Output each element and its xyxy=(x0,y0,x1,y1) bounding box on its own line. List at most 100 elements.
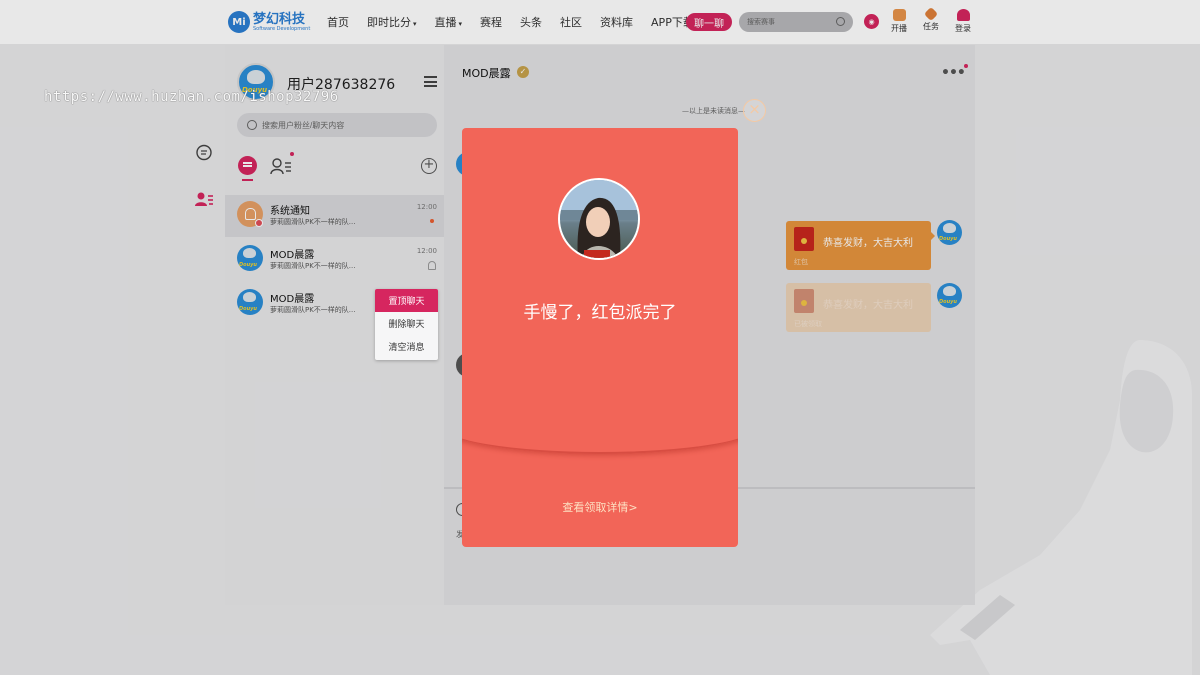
unread-dot xyxy=(430,219,434,223)
red-envelope-icon xyxy=(794,227,814,251)
camera-icon xyxy=(892,9,906,21)
broadcast-label: 开播 xyxy=(891,24,907,33)
top-nav-bar: Mi 梦幻科技 Software Development 首页 即时比分 ▾ 直播 ▾ 赛… xyxy=(0,0,1200,44)
contacts-rail-icon[interactable] xyxy=(195,190,213,208)
nav-item-label: 资料库 xyxy=(600,16,634,29)
conversation-preview: 萝莉圆滑队PK不一样的队... xyxy=(270,218,356,226)
nav-menu: 首页 即时比分 ▾ 直播 ▾ 赛程 头条 社区 资料库 APP下载 xyxy=(318,0,703,44)
delete-chat-menu-item[interactable]: 删除聊天 xyxy=(375,312,438,335)
conversation-preview: 萝莉圆滑队PK不一样的队... xyxy=(270,306,356,314)
nav-item[interactable]: 资料库 xyxy=(600,14,633,30)
nav-item-label: 即时比分 xyxy=(367,16,411,29)
add-icon[interactable]: + xyxy=(421,158,437,174)
more-options-icon[interactable]: ••• xyxy=(941,65,966,81)
conversation-name: 系统通知 xyxy=(270,206,310,217)
muted-bell-icon xyxy=(428,261,436,270)
red-packet-message[interactable]: 恭喜发财，大吉大利 红包 xyxy=(786,221,931,270)
chat-header: MOD晨露 ✓ ••• xyxy=(444,45,975,101)
conversation-item[interactable]: 系统通知 萝莉圆滑队PK不一样的队... 12:00 xyxy=(225,195,444,237)
conversation-time: 12:00 xyxy=(416,203,437,211)
conversation-avatar: Douyu xyxy=(237,289,263,315)
red-packet-text: 恭喜发财，大吉大利 xyxy=(823,238,913,249)
close-icon[interactable]: × xyxy=(743,99,766,122)
notification-dot xyxy=(964,64,968,68)
douyu-face xyxy=(247,70,265,84)
red-packet-footer: 红包 xyxy=(794,258,808,266)
login-label: 登录 xyxy=(955,24,971,33)
hamburger-menu-icon[interactable] xyxy=(424,76,437,87)
chevron-down-icon: ▾ xyxy=(413,20,417,28)
conversation-name: MOD晨露 xyxy=(270,250,315,261)
conversation-context-menu: 置顶聊天 删除聊天 清空消息 xyxy=(375,289,438,360)
douyu-face xyxy=(243,292,256,302)
logo-badge: Mi xyxy=(228,11,250,33)
tab-contacts-icon[interactable] xyxy=(270,157,292,175)
search-icon xyxy=(247,120,257,130)
sender-photo xyxy=(558,178,640,260)
douyu-face xyxy=(943,223,956,233)
conversation-time: 12:00 xyxy=(416,247,437,255)
nav-item-label: 社区 xyxy=(560,16,583,29)
red-envelope-icon xyxy=(794,289,814,313)
logo-subtitle: Software Development xyxy=(253,25,311,32)
red-packet-footer: 已被领取 xyxy=(794,320,822,328)
conversation-name: MOD晨露 xyxy=(270,294,315,305)
red-packet-text: 恭喜发财，大吉大利 xyxy=(823,300,913,311)
verified-badge-icon: ✓ xyxy=(517,66,529,78)
cube-icon xyxy=(923,6,939,22)
douyu-logo-text: Douyu xyxy=(239,262,257,268)
nav-item-label: 直播 xyxy=(434,16,457,29)
contacts-notification-dot xyxy=(290,152,294,156)
clear-messages-menu-item[interactable]: 清空消息 xyxy=(375,335,438,358)
tasks-button[interactable]: 任务 xyxy=(919,6,943,32)
nav-item[interactable]: 即时比分 ▾ xyxy=(367,14,417,30)
nav-item-label: 头条 xyxy=(520,16,543,29)
nav-item[interactable]: 直播 ▾ xyxy=(435,14,463,30)
nav-item[interactable]: 赛程 xyxy=(480,14,502,30)
red-packet-modal: 手慢了，红包派完了 查看领取详情> xyxy=(462,128,738,547)
tasks-label: 任务 xyxy=(923,22,939,31)
sidebar-search xyxy=(237,113,437,137)
red-packet-message[interactable]: 恭喜发财，大吉大利 已被领取 xyxy=(786,283,931,332)
tab-chats-icon[interactable] xyxy=(238,156,257,175)
watermark: https://www.huzhan.com/ishop32796 xyxy=(44,89,339,105)
douyu-logo-text: Douyu xyxy=(939,236,957,242)
search-icon[interactable] xyxy=(836,17,845,26)
site-logo[interactable]: Mi 梦幻科技 Software Development xyxy=(228,10,310,34)
my-avatar[interactable]: Douyu xyxy=(937,220,962,245)
chat-bubble-icon[interactable]: ◉ xyxy=(864,14,879,29)
search-input[interactable] xyxy=(747,15,827,29)
chevron-down-icon: ▾ xyxy=(458,20,463,28)
sidebar-search-input[interactable] xyxy=(262,118,427,132)
view-details-link[interactable]: 查看领取详情> xyxy=(462,499,738,515)
pin-chat-menu-item[interactable]: 置顶聊天 xyxy=(375,289,438,312)
nav-item[interactable]: 头条 xyxy=(520,14,542,30)
messages-rail-icon[interactable] xyxy=(195,144,213,162)
douyu-face xyxy=(943,286,956,296)
conversation-preview: 萝莉圆滑队PK不一样的队... xyxy=(270,262,356,270)
search-box xyxy=(739,12,853,32)
douyu-face xyxy=(243,248,256,258)
system-badge xyxy=(255,219,263,227)
douyu-logo-text: Douyu xyxy=(939,299,957,305)
nav-item-label: 首页 xyxy=(327,16,349,29)
login-button[interactable]: 登录 xyxy=(951,9,975,34)
modal-message: 手慢了，红包派完了 xyxy=(523,303,677,323)
douyu-logo-text: Douyu xyxy=(239,306,257,312)
my-avatar[interactable]: Douyu xyxy=(937,283,962,308)
portrait-photo xyxy=(560,180,638,258)
tab-active-indicator xyxy=(242,179,253,181)
chat-title: MOD晨露 xyxy=(462,67,511,80)
envelope-flap-curve xyxy=(462,398,738,454)
conversation-item[interactable]: Douyu MOD晨露 萝莉圆滑队PK不一样的队... 12:00 xyxy=(225,239,444,281)
nav-item-label: 赛程 xyxy=(480,16,503,29)
nav-item[interactable]: 首页 xyxy=(327,14,349,30)
bubble-tail xyxy=(931,232,935,240)
user-icon xyxy=(956,9,970,21)
chat-button[interactable]: 聊一聊 xyxy=(686,13,732,31)
nav-item[interactable]: 社区 xyxy=(560,14,582,30)
unread-divider: —以上是未读消息— xyxy=(682,107,745,115)
conversation-avatar: Douyu xyxy=(237,245,263,271)
broadcast-button[interactable]: 开播 xyxy=(887,9,911,34)
logo-name: 梦幻科技 xyxy=(253,11,306,27)
